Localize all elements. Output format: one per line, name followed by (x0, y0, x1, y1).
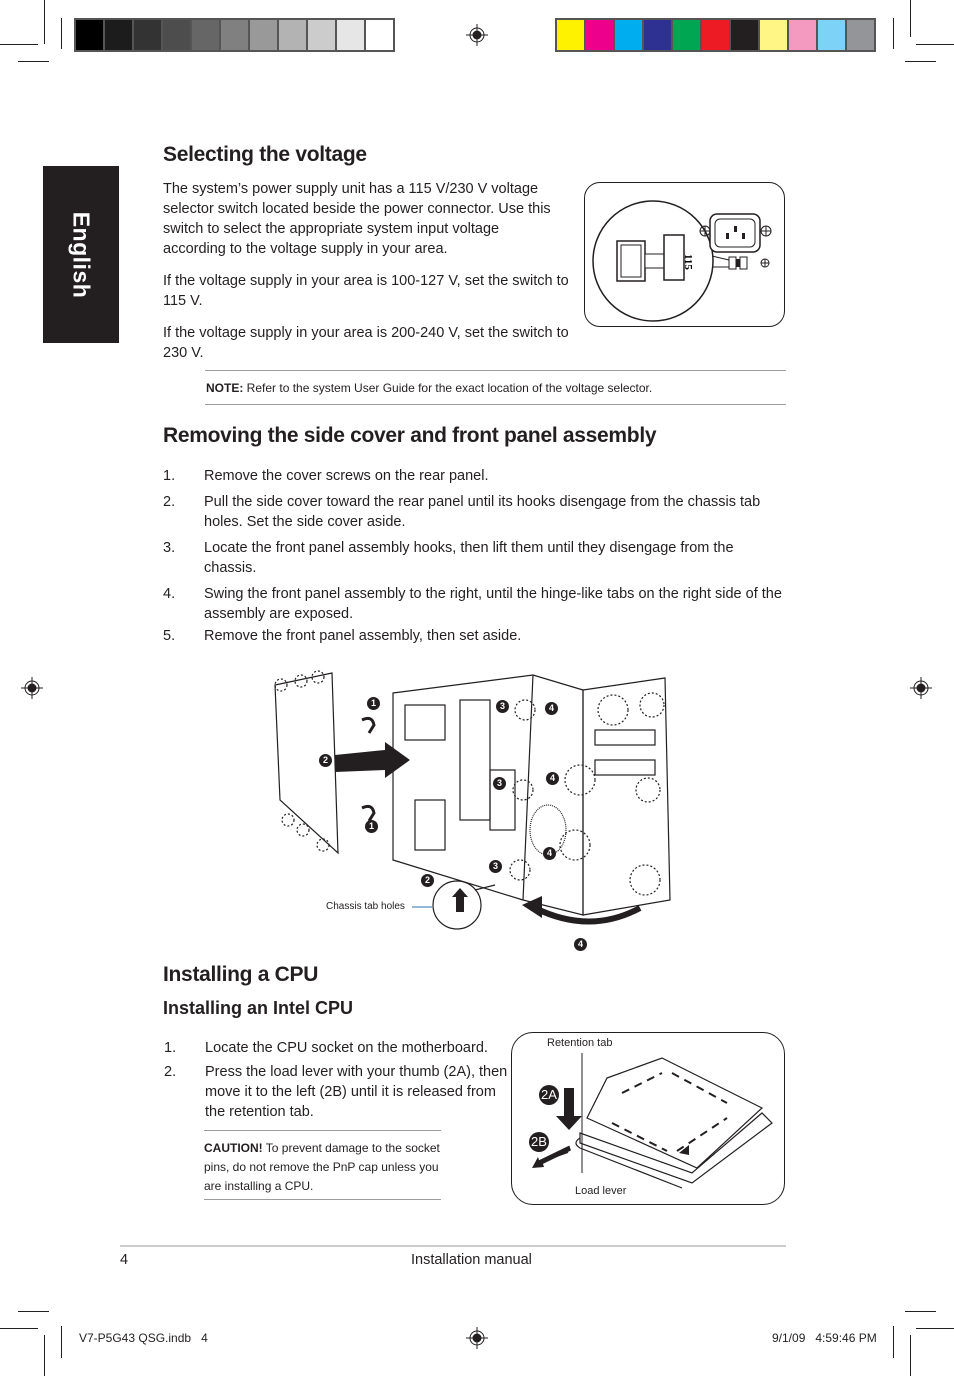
chassis-figure: 1 1 2 2 3 3 3 4 4 4 4 Chassis tab holes (260, 660, 680, 960)
cpu-step: 2. Press the load lever with your thumb (… (164, 1064, 508, 1120)
power-connector-illustration: 115 (592, 200, 772, 322)
color-swatch (818, 20, 845, 50)
voltage-note: NOTE: Refer to the system User Guide for… (206, 381, 652, 395)
note-bottom-rule (205, 404, 786, 405)
step-marker-3: 3 (496, 700, 509, 713)
caution-top-rule (204, 1130, 441, 1131)
footer-doc-title: Installation manual (411, 1252, 532, 1268)
color-swatch (760, 20, 787, 50)
color-swatch (673, 20, 700, 50)
slug-file-info: V7-P5G43 QSG.indb 4 (79, 1331, 208, 1345)
marker-2a: 2A (539, 1085, 559, 1105)
cover-step: 5. Remove the front panel assembly, then … (163, 628, 522, 644)
color-swatch (557, 20, 584, 50)
step-marker-1: 1 (365, 820, 378, 833)
step-marker-3: 3 (489, 860, 502, 873)
cover-step: 4. Swing the front panel assembly to the … (163, 586, 782, 622)
process-color-bar (555, 18, 876, 52)
registration-mark-icon (910, 677, 932, 699)
chassis-illustration (274, 670, 671, 930)
voltage-selector-figure: 115 (584, 182, 785, 327)
cpu-socket-illustration (532, 1053, 773, 1189)
gray-swatch (366, 20, 393, 50)
cpu-section-subtitle: Installing an Intel CPU (163, 998, 354, 1018)
gray-swatch (192, 20, 219, 50)
gray-swatch (105, 20, 132, 50)
cpu-steps-list: 1. Locate the CPU socket on the motherboa… (164, 1038, 514, 1128)
gray-swatch (337, 20, 364, 50)
caution-bottom-rule (204, 1199, 441, 1200)
step-marker-4: 4 (574, 938, 587, 951)
cover-steps-list: 1. Remove the cover screws on the rear pa… (163, 466, 787, 652)
gray-swatch (76, 20, 103, 50)
color-swatch (731, 20, 758, 50)
registration-mark-icon (21, 677, 43, 699)
color-swatch (586, 20, 613, 50)
step-marker-1: 1 (367, 697, 380, 710)
language-tab-label: English (68, 211, 95, 298)
color-swatch (644, 20, 671, 50)
cover-step: 2. Pull the side cover toward the rear pa… (163, 494, 761, 530)
footer-rule (120, 1245, 786, 1247)
gray-swatch (134, 20, 161, 50)
load-lever-label: Load lever (575, 1185, 627, 1197)
step-marker-2: 2 (319, 754, 332, 767)
registration-mark-icon (466, 24, 488, 46)
cpu-socket-figure: Retention tab Load lever 2A 2B (511, 1032, 785, 1205)
caution-label: CAUTION! (204, 1141, 263, 1155)
step-marker-4: 4 (546, 772, 559, 785)
gray-swatch (221, 20, 248, 50)
cover-section-title: Removing the side cover and front panel … (163, 424, 657, 447)
gray-swatch (308, 20, 335, 50)
page-number: 4 (120, 1252, 129, 1268)
note-top-rule (205, 370, 786, 371)
note-text: Refer to the system User Guide for the e… (243, 381, 653, 395)
marker-2b: 2B (529, 1132, 549, 1152)
language-tab: English (43, 166, 119, 343)
gray-swatch (163, 20, 190, 50)
cpu-section-title: Installing a CPU (163, 963, 319, 986)
voltage-paragraph-1: The system’s power supply unit has a 115… (163, 181, 551, 257)
step-marker-4: 4 (545, 702, 558, 715)
voltage-paragraph-3: If the voltage supply in your area is 20… (163, 325, 569, 361)
cpu-caution: CAUTION! To prevent damage to the socket… (204, 1139, 442, 1196)
cpu-step: 1. Locate the CPU socket on the motherboa… (164, 1040, 488, 1056)
cover-step: 3. Locate the front panel assembly hooks,… (163, 540, 734, 576)
cover-step: 1. Remove the cover screws on the rear pa… (163, 468, 489, 484)
step-marker-4: 4 (543, 847, 556, 860)
registration-mark-icon (466, 1327, 488, 1349)
chassis-tab-holes-label: Chassis tab holes (326, 901, 405, 912)
step-marker-3: 3 (493, 777, 506, 790)
color-swatch (789, 20, 816, 50)
retention-tab-label: Retention tab (547, 1037, 613, 1049)
switch-115-label: 115 (682, 254, 694, 270)
gray-color-bar (74, 18, 395, 52)
note-label: NOTE: (206, 381, 244, 395)
step-marker-2: 2 (421, 874, 434, 887)
color-swatch (702, 20, 729, 50)
voltage-section-title: Selecting the voltage (163, 143, 367, 166)
color-swatch (615, 20, 642, 50)
color-swatch (847, 20, 874, 50)
slug-date-time: 9/1/09 4:59:46 PM (772, 1331, 877, 1345)
voltage-paragraph-2: If the voltage supply in your area is 10… (163, 273, 569, 309)
gray-swatch (279, 20, 306, 50)
gray-swatch (250, 20, 277, 50)
